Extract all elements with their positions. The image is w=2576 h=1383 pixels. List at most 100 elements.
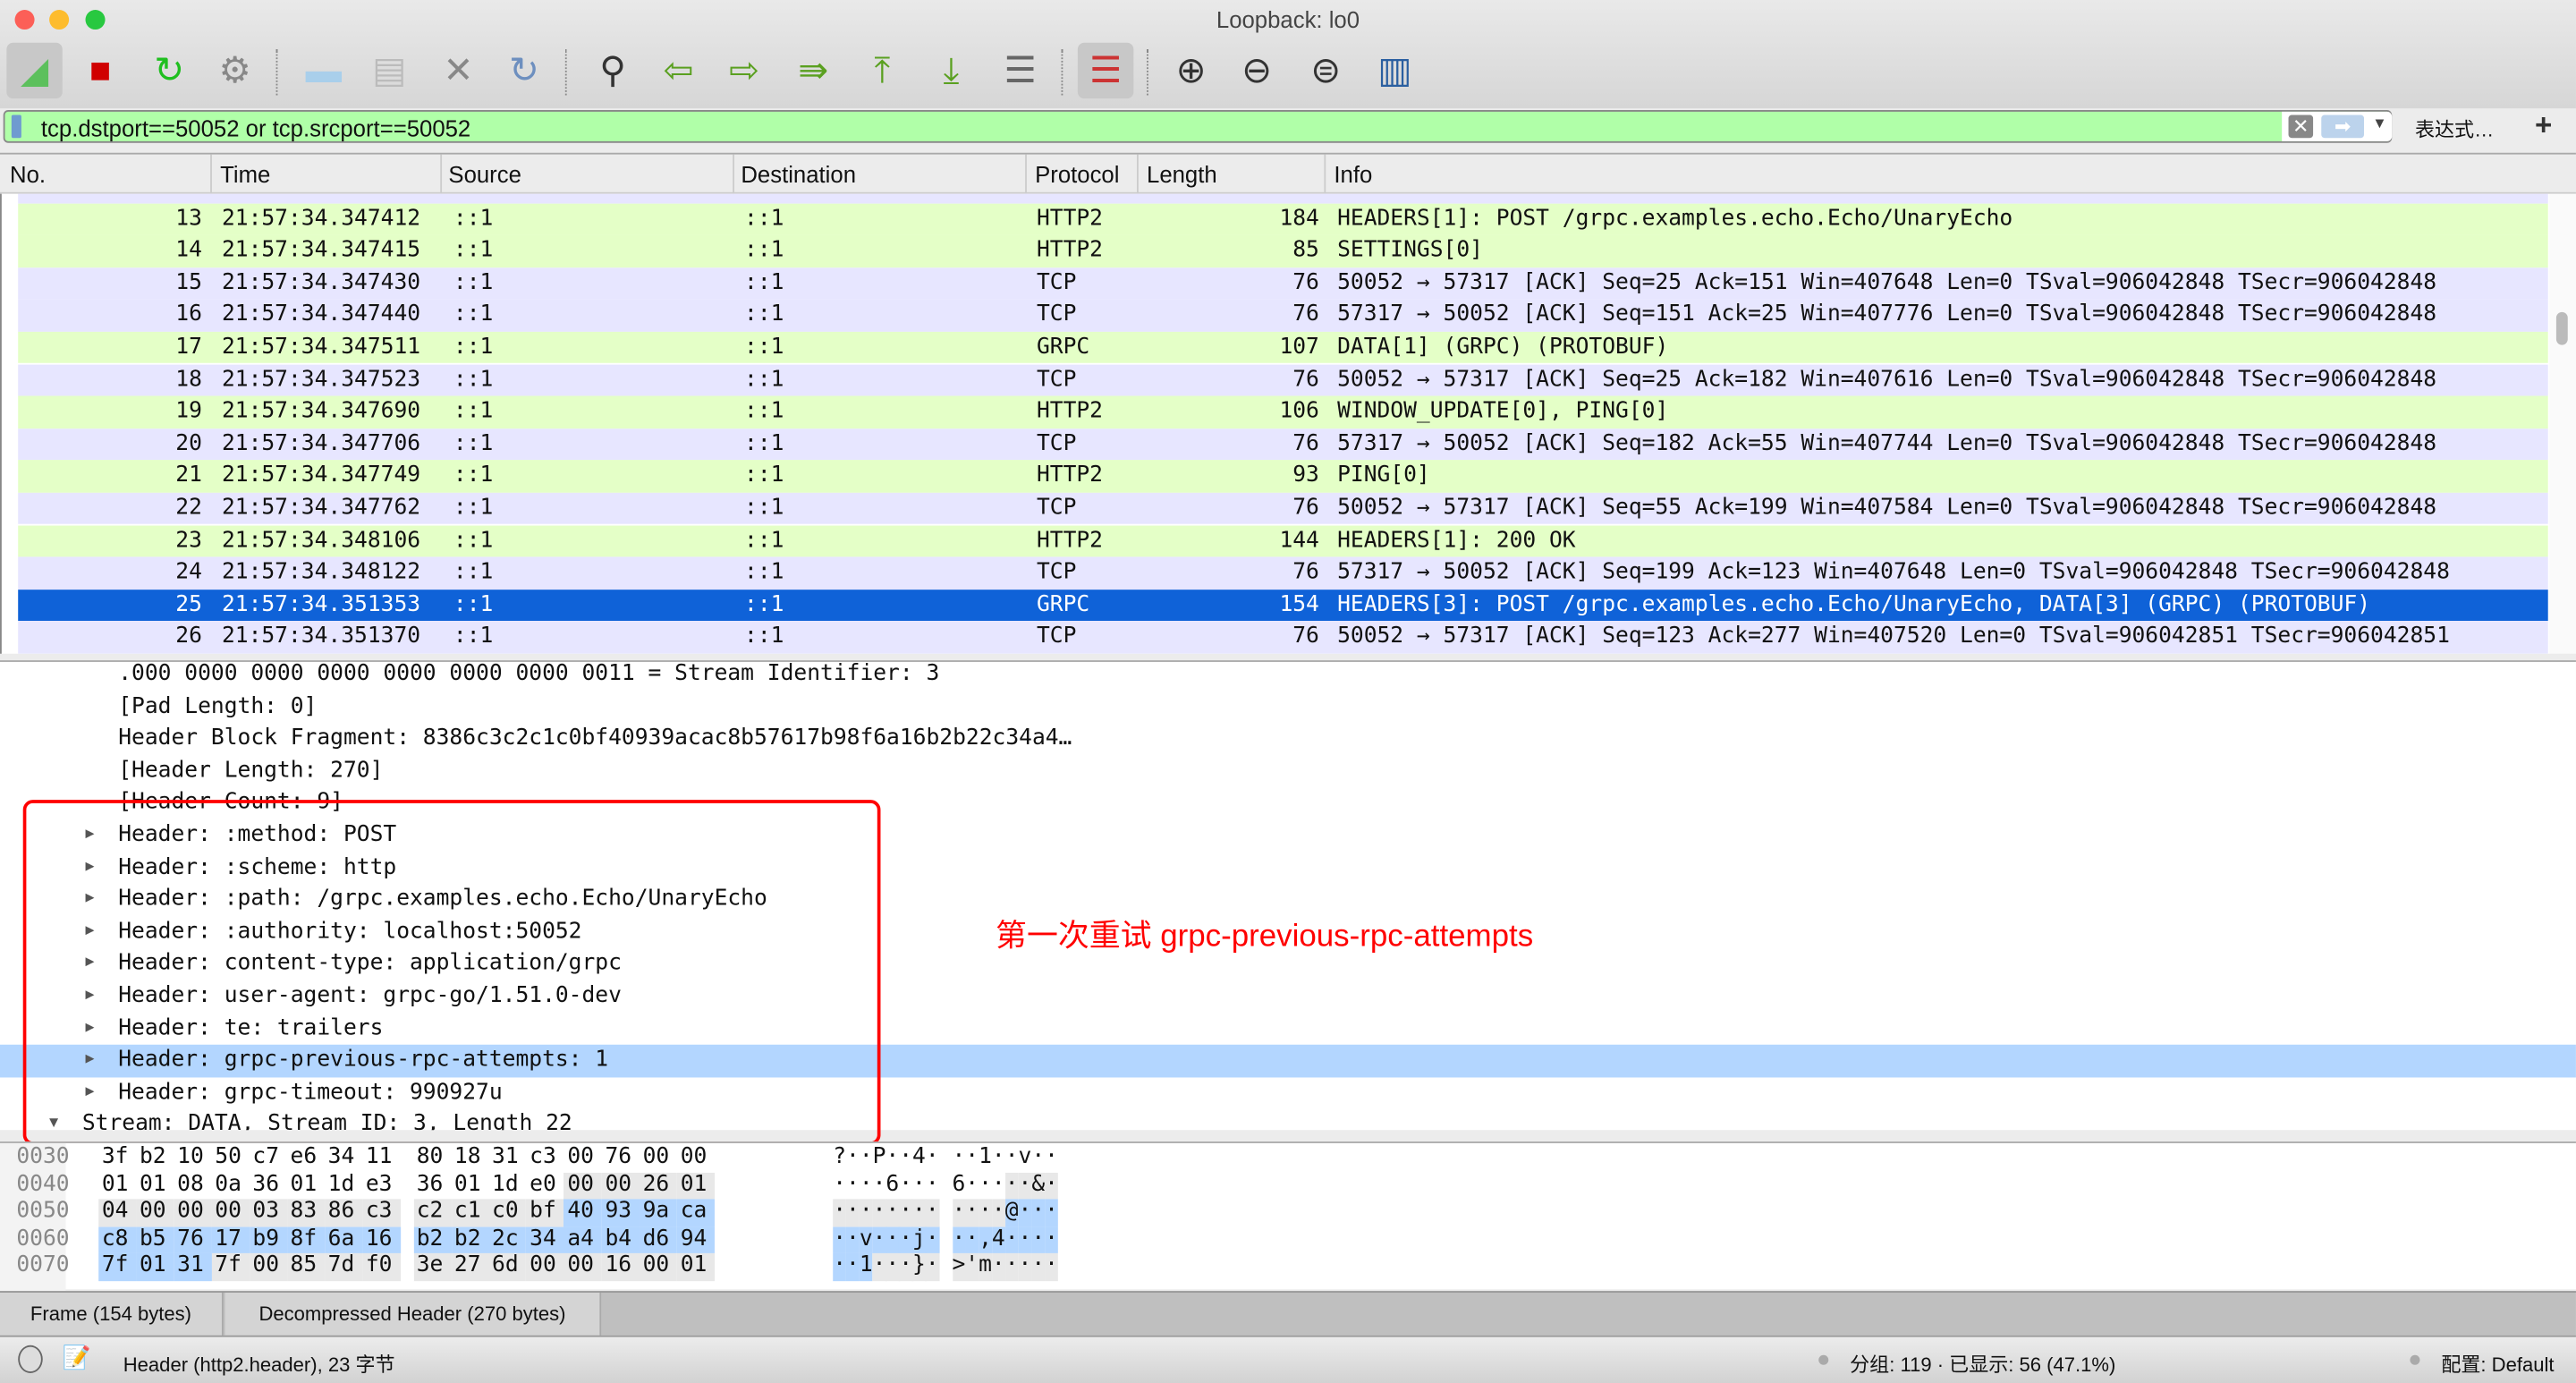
hex-byte[interactable]: 31 <box>488 1145 526 1172</box>
hex-byte[interactable]: 01 <box>136 1172 174 1199</box>
hex-byte[interactable]: b5 <box>136 1226 174 1253</box>
hex-byte[interactable]: 01 <box>677 1172 716 1200</box>
go-first-packet-icon[interactable]: ⤒ <box>854 43 910 98</box>
packet-row[interactable]: 16 21:57:34.347440::1::1 TCP 76 57317 → 5005… <box>18 299 2548 332</box>
column-time[interactable]: Time <box>220 161 270 197</box>
hex-byte[interactable]: 00 <box>526 1252 564 1281</box>
hex-byte[interactable]: 6a <box>325 1226 363 1253</box>
column-no[interactable]: No. <box>10 161 46 197</box>
hex-byte[interactable]: 01 <box>98 1172 136 1199</box>
detail-tree-item[interactable]: ▶ Header: :method: POST <box>0 819 2576 852</box>
hex-byte[interactable]: 76 <box>602 1145 640 1172</box>
packet-row[interactable]: 23 21:57:34.348106::1::1 HTTP2 144 HEADERS[1… <box>18 524 2548 557</box>
hex-byte[interactable]: c7 <box>250 1145 287 1172</box>
expand-arrow-icon[interactable]: ▶ <box>86 948 95 980</box>
hex-byte[interactable]: 00 <box>640 1145 677 1172</box>
hex-byte[interactable]: 00 <box>136 1199 174 1226</box>
expand-arrow-icon[interactable]: ▶ <box>86 852 95 884</box>
bookmark-icon[interactable] <box>11 115 21 139</box>
hex-byte[interactable]: c2 <box>413 1199 452 1226</box>
column-length[interactable]: Length <box>1147 161 1217 197</box>
colorize-icon[interactable]: ☰ <box>1077 42 1134 99</box>
hex-ascii[interactable]: ··v···j· ··,4···· <box>833 1226 1058 1253</box>
resize-columns-icon[interactable]: ▥ <box>1367 43 1422 98</box>
hex-byte[interactable]: 01 <box>677 1252 716 1281</box>
hex-byte[interactable]: 85 <box>286 1252 326 1281</box>
packet-list-scrollbar[interactable] <box>2549 193 2576 654</box>
display-filter-input[interactable]: tcp.dstport==50052 or tcp.srcport==50052… <box>3 110 2393 143</box>
hex-byte[interactable]: a4 <box>564 1226 602 1253</box>
start-capture-icon[interactable]: ◢ <box>6 42 63 99</box>
hex-byte[interactable]: 16 <box>362 1226 401 1253</box>
go-last-packet-icon[interactable]: ⤓ <box>923 43 979 98</box>
hex-ascii[interactable]: ····6··· 6·····&· <box>833 1172 1058 1199</box>
hex-byte[interactable]: f0 <box>362 1252 401 1281</box>
hex-byte[interactable]: 50 <box>212 1145 250 1172</box>
hex-byte[interactable]: 6d <box>488 1252 527 1281</box>
hex-byte[interactable]: 00 <box>639 1252 678 1281</box>
apply-filter-button[interactable]: ➡ <box>2321 115 2365 139</box>
hex-byte[interactable]: ca <box>677 1199 716 1226</box>
hex-byte[interactable]: 94 <box>677 1226 716 1253</box>
go-forward-icon[interactable]: ⇨ <box>716 43 772 98</box>
hex-byte[interactable]: 00 <box>211 1199 250 1226</box>
detail-tree-item[interactable]: [Pad Length: 0] <box>0 691 2576 723</box>
packet-row[interactable]: 15 21:57:34.347430::1::1 TCP 76 50052 → 5731… <box>18 267 2548 300</box>
packet-row[interactable]: 24 21:57:34.348122::1::1 TCP 76 57317 → 5005… <box>18 556 2548 590</box>
hex-byte[interactable]: e0 <box>526 1172 564 1199</box>
hex-byte[interactable]: c8 <box>98 1226 137 1253</box>
hex-byte[interactable]: 86 <box>325 1199 363 1226</box>
expand-arrow-icon[interactable]: ▶ <box>86 1077 95 1109</box>
hex-byte[interactable]: 00 <box>677 1145 715 1172</box>
hex-byte[interactable]: 01 <box>451 1172 488 1199</box>
hex-byte[interactable]: 00 <box>249 1252 287 1281</box>
hex-byte[interactable]: b9 <box>249 1226 287 1253</box>
stop-capture-icon[interactable]: ■ <box>72 43 128 98</box>
detail-tree-item[interactable]: ▶ Header: :scheme: http <box>0 852 2576 884</box>
detail-tree-item[interactable]: ▼ Stream: DATA, Stream ID: 3, Length 22 <box>0 1109 2576 1130</box>
hex-byte[interactable]: 34 <box>325 1145 362 1172</box>
hex-byte[interactable]: 00 <box>564 1172 602 1200</box>
hex-byte[interactable]: 8f <box>286 1226 326 1253</box>
hex-byte[interactable]: 36 <box>250 1172 287 1199</box>
hex-byte[interactable]: 00 <box>174 1199 212 1226</box>
capture-options-icon[interactable]: ⚙ <box>207 43 262 98</box>
find-packet-icon[interactable]: ⚲ <box>585 43 640 98</box>
auto-scroll-icon[interactable]: ☰ <box>992 43 1047 98</box>
hex-byte[interactable]: 76 <box>174 1226 212 1253</box>
hex-byte[interactable]: 0a <box>212 1172 250 1199</box>
hex-byte[interactable]: 00 <box>564 1252 602 1281</box>
reload-file-icon[interactable]: ↻ <box>496 43 552 98</box>
hex-byte[interactable]: 18 <box>451 1145 488 1172</box>
hex-byte[interactable]: 3e <box>413 1252 452 1281</box>
hex-byte[interactable]: 04 <box>98 1199 137 1226</box>
hex-byte[interactable]: 83 <box>286 1199 326 1226</box>
hex-byte[interactable]: e3 <box>362 1172 400 1199</box>
packet-row[interactable]: 20 21:57:34.347706::1::1 TCP 76 57317 → 5005… <box>18 428 2548 461</box>
hex-byte[interactable]: 10 <box>174 1145 211 1172</box>
hex-byte[interactable]: 31 <box>174 1252 212 1281</box>
hex-byte[interactable]: 1d <box>488 1172 526 1199</box>
go-to-packet-icon[interactable]: ⇛ <box>785 43 841 98</box>
hex-byte[interactable]: 01 <box>136 1252 174 1281</box>
hex-byte[interactable]: b2 <box>413 1226 452 1253</box>
hex-byte[interactable]: 00 <box>601 1172 640 1200</box>
packet-row[interactable]: 25 21:57:34.351353::1::1 GRPC 154 HEADERS[3]… <box>18 589 2548 622</box>
hex-byte[interactable]: b2 <box>136 1145 174 1172</box>
column-info[interactable]: Info <box>1334 161 1372 197</box>
add-filter-button[interactable]: + <box>2535 108 2552 143</box>
detail-tree-item[interactable]: [Header Length: 270] <box>0 755 2576 787</box>
packet-row[interactable]: 13 21:57:34.347412::1::1 HTTP2 184 HEADERS[1… <box>18 202 2548 235</box>
hex-byte[interactable]: 17 <box>211 1226 250 1253</box>
tab-frame[interactable]: Frame (154 bytes) <box>0 1293 224 1336</box>
detail-tree-item[interactable]: Header Block Fragment: 8386c3c2c1c0bf409… <box>0 723 2576 755</box>
hex-byte[interactable]: 1d <box>325 1172 362 1199</box>
zoom-in-icon[interactable]: ⊕ <box>1163 43 1218 98</box>
expand-arrow-icon[interactable]: ▶ <box>86 980 95 1013</box>
hex-byte[interactable]: 03 <box>249 1199 287 1226</box>
hex-byte[interactable]: 34 <box>526 1226 564 1253</box>
status-profile[interactable]: 配置: Default <box>2441 1350 2554 1378</box>
hex-byte[interactable]: 36 <box>413 1172 451 1199</box>
collapse-arrow-icon[interactable]: ▼ <box>49 1109 58 1130</box>
hex-byte[interactable]: d6 <box>639 1226 678 1253</box>
